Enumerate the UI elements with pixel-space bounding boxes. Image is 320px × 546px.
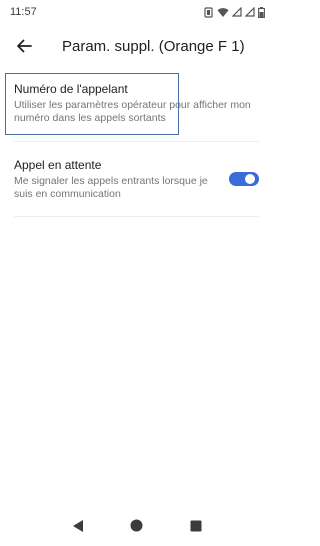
nav-home-button[interactable] — [125, 514, 149, 538]
arrow-back-icon — [17, 39, 32, 53]
call-waiting-switch[interactable] — [229, 171, 259, 187]
call-waiting-summary: Me signaler les appels entrants lorsque … — [14, 175, 208, 200]
battery-icon — [258, 6, 265, 18]
status-bar: 11:57 — [0, 0, 273, 24]
call-waiting-title: Appel en attente — [14, 158, 102, 172]
nav-recents-icon — [190, 520, 201, 531]
divider — [14, 141, 259, 142]
app-bar: Param. suppl. (Orange F 1) — [0, 24, 273, 68]
caller-id-summary: Utiliser les paramètres opérateur pour a… — [14, 99, 251, 124]
caller-id-title: Numéro de l'appelant — [14, 82, 128, 96]
signal-icon — [245, 7, 255, 17]
switch-thumb — [245, 174, 255, 184]
divider — [14, 216, 259, 217]
nav-recents-button[interactable] — [184, 514, 208, 538]
signal-icon — [232, 7, 242, 17]
wifi-icon — [217, 7, 229, 17]
navigation-bar — [0, 505, 273, 546]
status-time: 11:57 — [10, 6, 37, 18]
back-button[interactable] — [2, 24, 46, 68]
nav-back-icon — [72, 519, 83, 532]
nav-back-button[interactable] — [66, 514, 90, 538]
page-title: Param. suppl. (Orange F 1) — [62, 37, 245, 55]
vibrate-icon — [204, 6, 213, 18]
status-icons — [203, 6, 265, 18]
nav-home-icon — [130, 519, 143, 532]
caller-id-setting[interactable]: Numéro de l'appelant Utiliser les paramè… — [0, 82, 273, 125]
